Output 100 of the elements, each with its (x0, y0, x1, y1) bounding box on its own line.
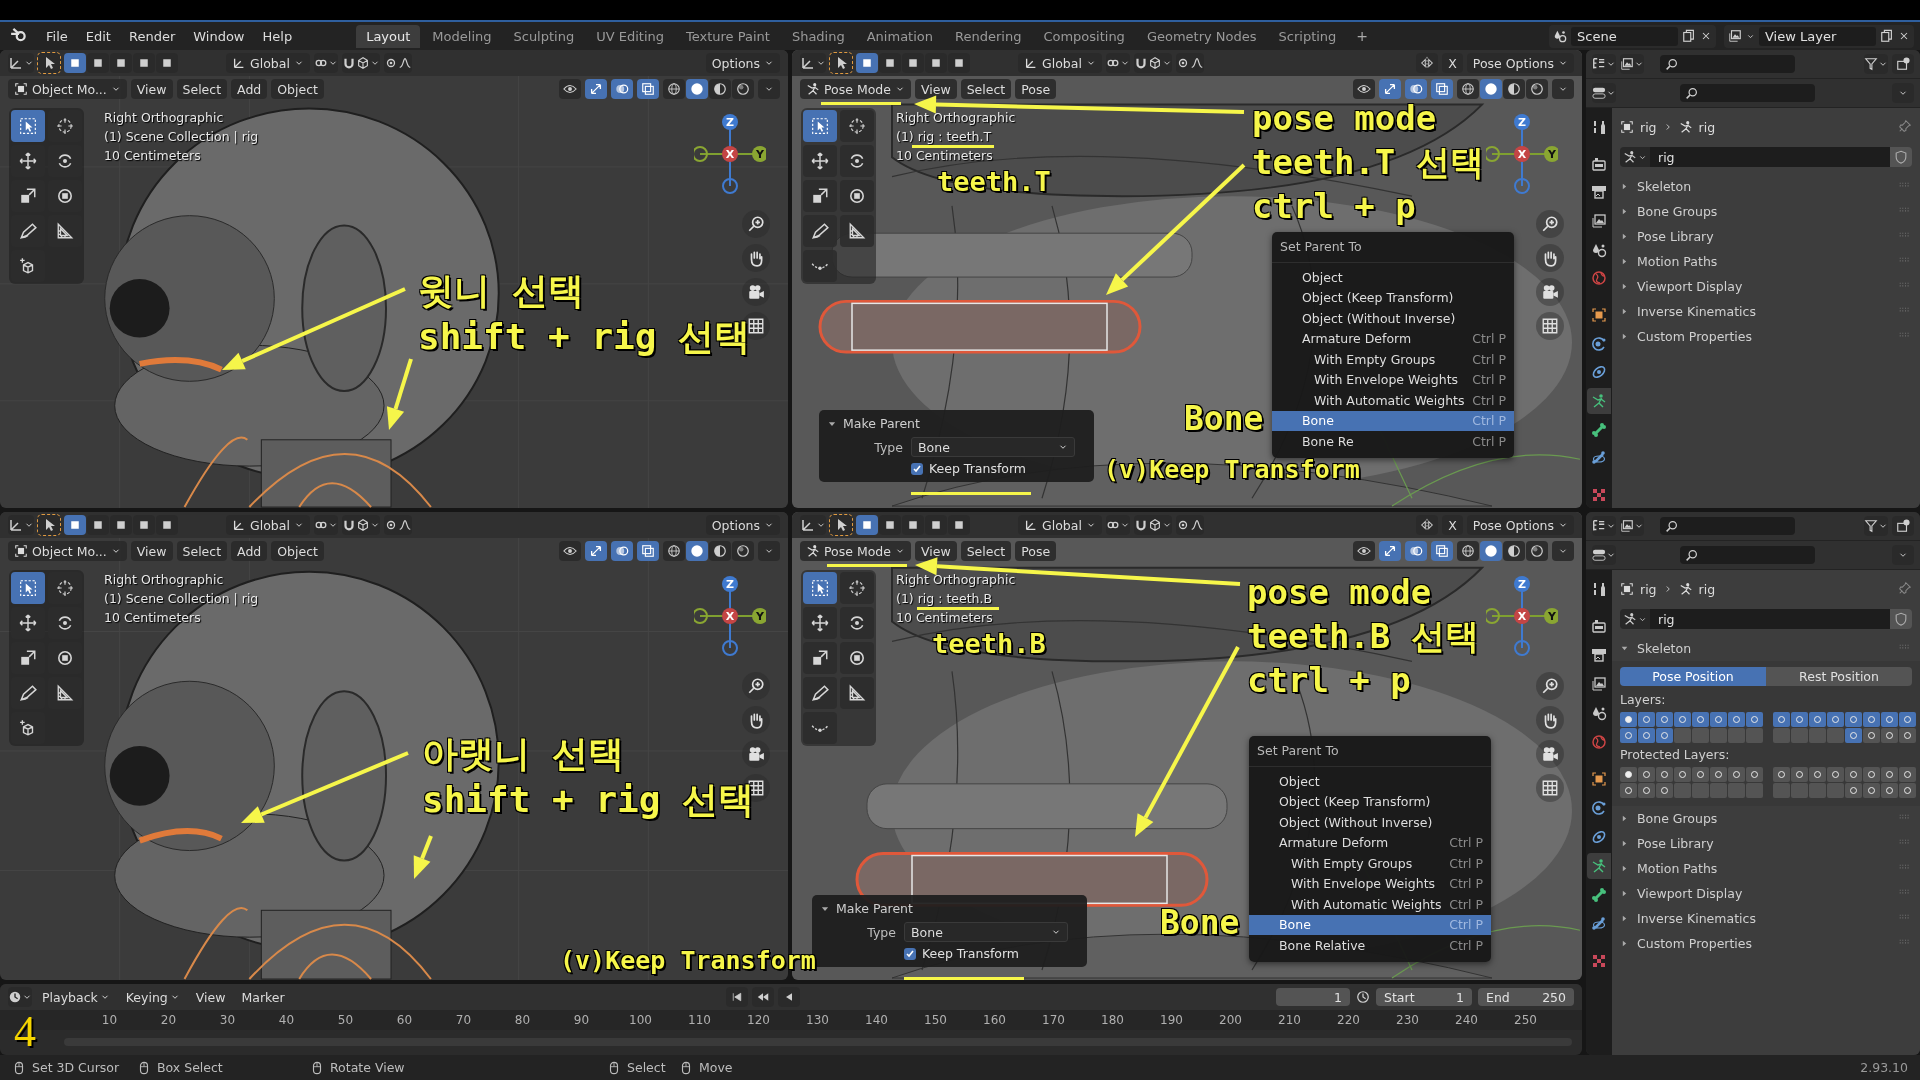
mirror-axis-button[interactable]: X (1442, 53, 1463, 73)
menu-button[interactable]: Select (176, 541, 228, 561)
menu-button[interactable]: View (915, 79, 957, 99)
current-frame-field[interactable]: 1 (1276, 988, 1350, 1006)
menu-button[interactable]: View (189, 989, 232, 1005)
end-frame-field[interactable]: End 250 (1478, 988, 1574, 1006)
workspace-tab[interactable]: UV Editing (586, 24, 674, 48)
type-dropdown[interactable]: Bone (911, 437, 1075, 457)
panel-header[interactable]: Viewport Display (1620, 881, 1912, 906)
workspace-tab[interactable]: Sculpting (503, 24, 585, 48)
panel-header[interactable]: Custom Properties (1620, 324, 1912, 349)
panel-header[interactable]: Inverse Kinematics (1620, 299, 1912, 324)
menu-button[interactable]: Window (185, 25, 253, 47)
menu-button[interactable]: Object (271, 79, 324, 99)
menu-item[interactable]: Object (Keep Transform) (1249, 791, 1491, 812)
panel-header[interactable]: Bone Groups (1620, 199, 1912, 224)
menu-item[interactable]: With Automatic Weights Ctrl P (1249, 894, 1491, 915)
menu-button[interactable]: Select (960, 541, 1012, 561)
menu-item[interactable]: With Automatic Weights Ctrl P (1272, 390, 1514, 411)
scene-field[interactable]: Scene (1571, 26, 1678, 46)
menu-button[interactable]: Add (231, 541, 268, 561)
menu-item[interactable]: With Empty Groups Ctrl P (1272, 349, 1514, 370)
menu-item[interactable]: With Envelope Weights Ctrl P (1272, 369, 1514, 390)
workspace-tab[interactable]: Shading (781, 24, 855, 48)
options-dropdown[interactable]: Pose Options (1466, 53, 1574, 73)
transform-orientation-dropdown[interactable]: Global (226, 53, 310, 73)
panel-header[interactable]: Skeleton (1620, 636, 1912, 661)
menu-button[interactable]: View (130, 541, 173, 561)
transform-orientation-dropdown[interactable]: Global (1018, 53, 1102, 73)
menu-button[interactable]: Playback (36, 989, 116, 1005)
options-dropdown[interactable]: Pose Options (1466, 515, 1574, 535)
menu-button[interactable]: Keying (119, 989, 186, 1005)
panel-header[interactable]: Custom Properties (1620, 931, 1912, 956)
workspace-tab[interactable]: Texture Paint (676, 24, 780, 48)
menu-title: Set Parent To (1272, 232, 1514, 263)
panel-header[interactable]: Motion Paths (1620, 856, 1912, 881)
menu-item[interactable]: Bone Ctrl P (1249, 914, 1491, 935)
panel-header[interactable]: Skeleton (1620, 174, 1912, 199)
panel-header[interactable]: Viewport Display (1620, 274, 1912, 299)
mode-dropdown[interactable]: Object Mo... (8, 79, 127, 99)
menu-item[interactable]: Object (Without Inverse) (1249, 812, 1491, 833)
add-workspace-button[interactable]: + (1348, 25, 1377, 47)
datablock-name-field[interactable]: rig (1650, 147, 1890, 167)
menu-button[interactable]: File (38, 25, 76, 47)
breadcrumb-label: rig (1698, 581, 1716, 597)
menu-button[interactable]: Help (254, 25, 301, 47)
panel-header[interactable]: Pose Library (1620, 831, 1912, 856)
axis-gizmo[interactable]: Z X Y (694, 574, 766, 660)
options-dropdown[interactable]: Options (705, 515, 780, 535)
segment-button[interactable]: Pose Position (1620, 667, 1766, 686)
menu-item[interactable]: Armature Deform Ctrl P (1272, 328, 1514, 349)
menu-button[interactable]: Pose (1015, 541, 1057, 561)
workspace-tab[interactable]: Layout (356, 24, 421, 48)
mode-dropdown[interactable]: Object Mo... (8, 541, 127, 561)
menu-button[interactable]: Render (120, 25, 184, 47)
panel-header[interactable]: Inverse Kinematics (1620, 906, 1912, 931)
menu-item[interactable]: Object (1272, 267, 1514, 288)
axis-gizmo[interactable]: Z X Y (1486, 574, 1558, 660)
checkbox[interactable]: Keep Transform (904, 946, 1020, 961)
axis-gizmo[interactable]: Z X Y (1486, 112, 1558, 198)
menu-item[interactable]: Armature Deform Ctrl P (1249, 832, 1491, 853)
menu-button[interactable]: Select (176, 79, 228, 99)
mode-dropdown[interactable]: Pose Mode (800, 79, 911, 99)
workspace-tab[interactable]: Modeling (422, 24, 502, 48)
menu-item[interactable]: Object (Keep Transform) (1272, 287, 1514, 308)
menu-button[interactable]: View (915, 541, 957, 561)
transform-orientation-dropdown[interactable]: Global (1018, 515, 1102, 535)
menu-item[interactable]: Bone Re Ctrl P (1272, 431, 1514, 452)
view-layer-field[interactable]: View Layer (1759, 26, 1876, 46)
panel-header[interactable]: Pose Library (1620, 224, 1912, 249)
panel-header[interactable]: Motion Paths (1620, 249, 1912, 274)
menu-item[interactable]: Bone Relative Ctrl P (1249, 935, 1491, 956)
checkbox[interactable]: Keep Transform (911, 461, 1027, 476)
mode-dropdown[interactable]: Pose Mode (800, 541, 911, 561)
axis-gizmo[interactable]: Z X Y (694, 112, 766, 198)
menu-item[interactable]: Bone Ctrl P (1272, 410, 1514, 431)
datablock-name-field[interactable]: rig (1650, 609, 1890, 629)
menu-button[interactable]: Marker (235, 989, 291, 1005)
transform-orientation-dropdown[interactable]: Global (226, 515, 310, 535)
options-dropdown[interactable]: Options (705, 53, 780, 73)
menu-item[interactable]: Object (1249, 771, 1491, 792)
panel-header[interactable]: Bone Groups (1620, 806, 1912, 831)
mirror-axis-button[interactable]: X (1442, 515, 1463, 535)
menu-item[interactable]: With Empty Groups Ctrl P (1249, 853, 1491, 874)
workspace-tab[interactable]: Rendering (945, 24, 1032, 48)
menu-button[interactable]: Object (271, 541, 324, 561)
menu-item[interactable]: With Envelope Weights Ctrl P (1249, 873, 1491, 894)
type-dropdown[interactable]: Bone (904, 922, 1068, 942)
workspace-tab[interactable]: Animation (856, 24, 943, 48)
segment-button[interactable]: Rest Position (1766, 667, 1912, 686)
workspace-tab[interactable]: Scripting (1268, 24, 1347, 48)
menu-item[interactable]: Object (Without Inverse) (1272, 308, 1514, 329)
menu-button[interactable]: Edit (77, 25, 119, 47)
start-frame-field[interactable]: Start 1 (1376, 988, 1472, 1006)
menu-button[interactable]: View (130, 79, 173, 99)
workspace-tab[interactable]: Geometry Nodes (1136, 24, 1267, 48)
menu-button[interactable]: Select (960, 79, 1012, 99)
workspace-tab[interactable]: Compositing (1033, 24, 1135, 48)
menu-button[interactable]: Pose (1015, 79, 1057, 99)
menu-button[interactable]: Add (231, 79, 268, 99)
